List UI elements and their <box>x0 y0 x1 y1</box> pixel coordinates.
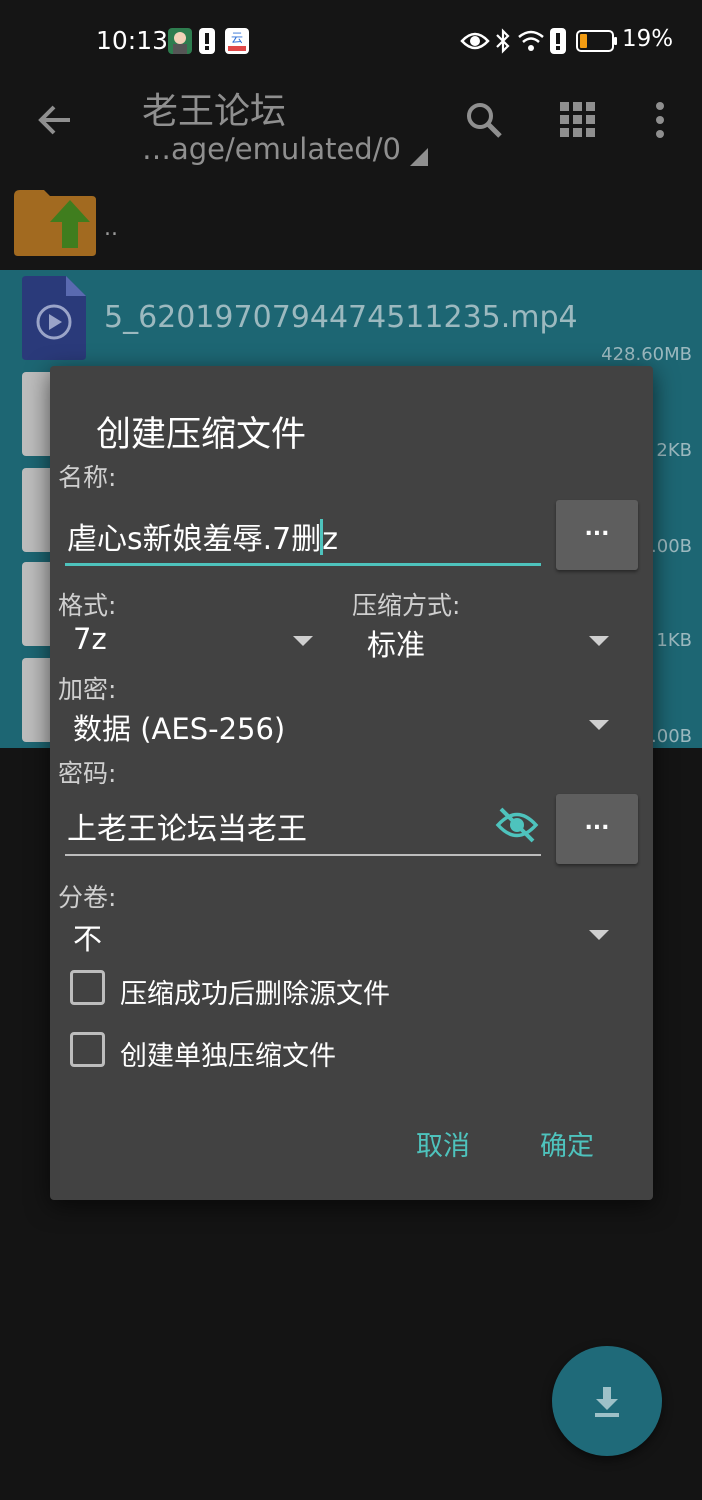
file-size: .00B <box>651 536 692 557</box>
create-archive-dialog: 创建压缩文件 名称: 虐心s新娘羞辱.7删z ... 格式: 压缩方式: 7z … <box>50 366 653 1200</box>
delete-source-checkbox[interactable] <box>70 970 105 1005</box>
chevron-down-icon <box>589 930 609 940</box>
dialog-title: 创建压缩文件 <box>96 415 307 455</box>
file-size: 2KB <box>656 440 692 461</box>
delete-source-label[interactable]: 压缩成功后删除源文件 <box>120 972 390 1011</box>
chevron-down-icon <box>589 720 609 730</box>
battery-icon <box>576 30 617 52</box>
back-arrow-icon[interactable] <box>34 98 78 142</box>
password-label: 密码: <box>58 759 117 788</box>
svg-text:云: 云 <box>231 31 243 45</box>
alert-icon <box>199 28 215 54</box>
toolbar-path[interactable]: …age/emulated/0 <box>142 132 401 166</box>
chevron-down-icon <box>589 636 609 646</box>
eye-icon <box>460 32 490 50</box>
separate-archive-label[interactable]: 创建单独压缩文件 <box>120 1034 336 1073</box>
app-icon: 云 <box>225 28 249 54</box>
toolbar: 老王论坛 …age/emulated/0 <box>0 80 702 172</box>
more-vert-icon[interactable] <box>638 98 682 142</box>
toolbar-title[interactable]: 老王论坛 <box>142 82 286 134</box>
password-input[interactable]: 上老王论坛当老王 <box>65 794 541 856</box>
browse-path-button[interactable]: ... <box>556 500 638 570</box>
archive-name-text: 虐心s新娘羞辱.7删 <box>67 522 322 557</box>
chevron-down-icon <box>293 636 313 646</box>
video-file-icon <box>22 276 86 360</box>
separate-archive-checkbox[interactable] <box>70 1032 105 1067</box>
folder-up-icon <box>14 190 96 256</box>
battery-percent: 19% <box>622 26 674 52</box>
volume-label: 分卷: <box>58 883 117 912</box>
format-select[interactable]: 7z <box>73 616 318 664</box>
volume-value: 不 <box>73 922 103 956</box>
method-select[interactable]: 标准 <box>367 616 612 664</box>
archive-name-text-tail: z <box>322 522 339 557</box>
parent-folder-label: .. <box>104 216 118 241</box>
path-dropdown-icon[interactable] <box>410 148 428 166</box>
parent-folder-row[interactable]: .. <box>0 180 702 260</box>
password-value: 上老王论坛当老王 <box>67 812 307 847</box>
encryption-select[interactable]: 数据 (AES-256) <box>73 700 613 748</box>
status-bar: 10:13 云 19% <box>0 0 702 80</box>
name-label: 名称: <box>58 463 117 492</box>
visibility-off-icon[interactable] <box>495 806 539 844</box>
format-value: 7z <box>73 622 107 656</box>
status-time: 10:13 <box>96 26 169 55</box>
wifi-icon <box>518 30 544 51</box>
download-fab[interactable] <box>552 1346 662 1456</box>
volume-select[interactable]: 不 <box>73 910 613 958</box>
cancel-button[interactable]: 取消 <box>416 1124 470 1163</box>
password-options-button[interactable]: ... <box>556 794 638 864</box>
file-size: 428.60MB <box>601 344 692 365</box>
bluetooth-icon <box>496 28 510 54</box>
file-size: .00B <box>651 726 692 747</box>
alert-icon <box>550 28 566 54</box>
download-icon <box>595 1387 619 1417</box>
encryption-value: 数据 (AES-256) <box>73 712 286 746</box>
notification-avatar-icon <box>168 28 192 54</box>
search-icon[interactable] <box>462 98 506 142</box>
ok-button[interactable]: 确定 <box>540 1124 594 1163</box>
grid-view-icon[interactable] <box>556 98 600 142</box>
file-name[interactable]: 5_6201970794474511235.mp4 <box>104 300 578 335</box>
file-size: 1KB <box>656 630 692 651</box>
archive-name-value: 虐心s新娘羞辱.7删z <box>67 514 338 558</box>
method-value: 标准 <box>367 628 426 662</box>
archive-name-input[interactable]: 虐心s新娘羞辱.7删z <box>65 504 541 566</box>
